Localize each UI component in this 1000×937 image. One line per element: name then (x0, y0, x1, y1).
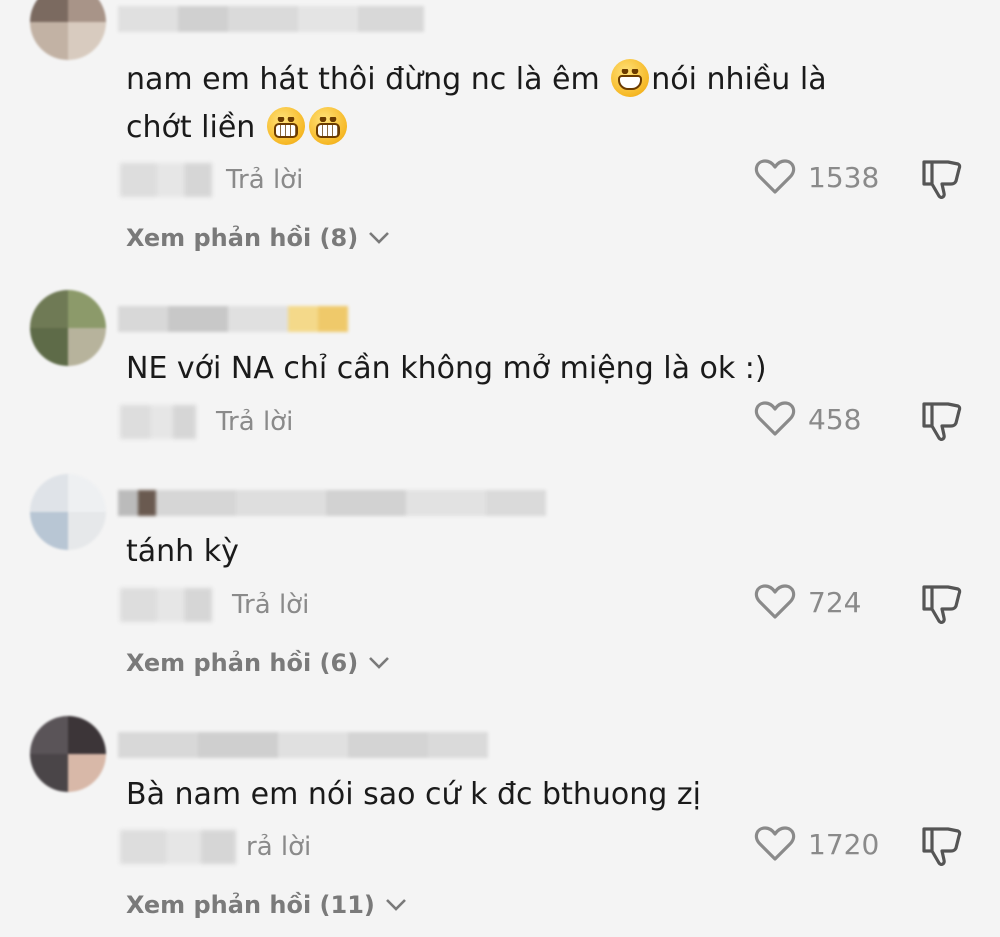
timestamp-blurred (120, 163, 212, 197)
thumbs-down-outline-icon[interactable] (918, 398, 964, 444)
avatar[interactable] (30, 290, 106, 366)
like-count: 724 (808, 585, 862, 619)
reply-button[interactable]: Trả lời (232, 588, 309, 622)
avatar[interactable] (30, 0, 106, 60)
grimacing-face-emoji (266, 107, 305, 145)
like-button[interactable]: 458 (754, 400, 861, 438)
username-blurred[interactable] (118, 306, 348, 332)
chevron-down-icon (385, 899, 406, 911)
heart-outline-icon (754, 826, 796, 861)
reply-button[interactable]: rả lời (246, 830, 311, 864)
comment-text-line2: chớt liền (126, 104, 349, 152)
reply-button[interactable]: Trả lời (226, 163, 303, 197)
like-button[interactable]: 724 (754, 583, 861, 621)
username-blurred[interactable] (118, 490, 546, 516)
comment-text: nam em hát thôi đừng nc là êm nói nhiều … (126, 56, 827, 104)
timestamp-blurred (120, 588, 212, 622)
heart-outline-icon (754, 401, 796, 436)
view-replies-button[interactable]: Xem phản hồi (8) (126, 224, 390, 252)
avatar[interactable] (30, 474, 106, 550)
chevron-down-icon (369, 657, 390, 669)
thumbs-down-outline-icon[interactable] (918, 581, 964, 627)
heart-outline-icon (754, 159, 796, 194)
like-button[interactable]: 1720 (754, 825, 879, 863)
like-count: 458 (808, 402, 862, 436)
comment-text: NE với NA chỉ cần không mở miệng là ok :… (126, 351, 767, 386)
view-replies-button[interactable]: Xem phản hồi (6) (126, 649, 390, 677)
timestamp-blurred (120, 405, 196, 439)
view-replies-button[interactable]: Xem phản hồi (11) (126, 891, 407, 919)
reply-button[interactable]: Trả lời (216, 405, 293, 439)
username-blurred[interactable] (118, 732, 488, 758)
comment-text: Bà nam em nói sao cứ k đc bthuong zị (126, 777, 701, 812)
like-count: 1538 (808, 160, 880, 194)
username-blurred[interactable] (118, 6, 424, 32)
like-button[interactable]: 1538 (754, 158, 879, 196)
avatar[interactable] (30, 716, 106, 792)
grinning-face-emoji (611, 59, 650, 97)
timestamp-blurred (120, 830, 236, 864)
thumbs-down-outline-icon[interactable] (918, 156, 964, 202)
like-count: 1720 (808, 827, 880, 861)
thumbs-down-outline-icon[interactable] (918, 823, 964, 869)
grimacing-face-emoji (308, 107, 347, 145)
chevron-down-icon (369, 232, 390, 244)
comment-text: tánh kỳ (126, 534, 239, 569)
heart-outline-icon (754, 584, 796, 619)
